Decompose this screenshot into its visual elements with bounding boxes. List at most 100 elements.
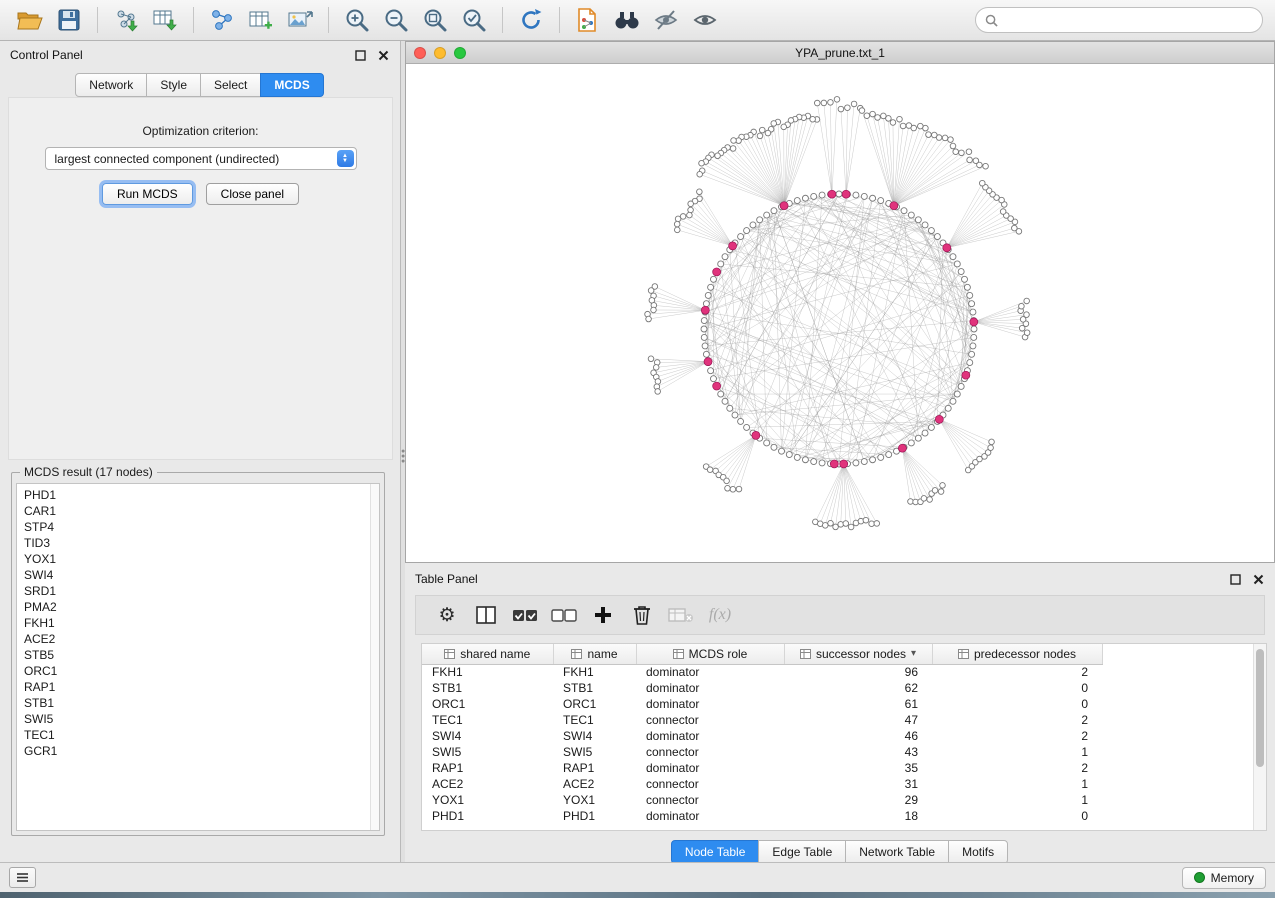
cell-name[interactable]: ACE2 bbox=[553, 776, 636, 792]
mcds-result-item[interactable]: ORC1 bbox=[24, 663, 379, 679]
memory-button[interactable]: Memory bbox=[1182, 867, 1266, 889]
mcds-result-item[interactable]: STP4 bbox=[24, 519, 379, 535]
table-row[interactable]: ORC1ORC1dominator610 bbox=[422, 696, 1102, 712]
cell-name[interactable]: YOX1 bbox=[553, 792, 636, 808]
cell-successors[interactable]: 61 bbox=[784, 696, 932, 712]
add-column-icon[interactable] bbox=[588, 601, 618, 629]
export-image-icon[interactable] bbox=[282, 5, 318, 35]
close-panel-button[interactable]: Close panel bbox=[206, 183, 299, 205]
new-table-icon[interactable] bbox=[243, 5, 279, 35]
table-row[interactable]: ACE2ACE2connector311 bbox=[422, 776, 1102, 792]
mcds-result-item[interactable]: TEC1 bbox=[24, 727, 379, 743]
cell-successors[interactable]: 29 bbox=[784, 792, 932, 808]
float-panel-icon[interactable] bbox=[1229, 573, 1242, 586]
cell-predecessors[interactable]: 0 bbox=[932, 696, 1102, 712]
mcds-result-item[interactable]: GCR1 bbox=[24, 743, 379, 759]
cell-successors[interactable]: 46 bbox=[784, 728, 932, 744]
mcds-result-item[interactable]: CAR1 bbox=[24, 503, 379, 519]
mcds-result-item[interactable]: STB5 bbox=[24, 647, 379, 663]
tab-network-table[interactable]: Network Table bbox=[845, 840, 949, 864]
column-header-predecessor-nodes[interactable]: predecessor nodes bbox=[932, 644, 1102, 664]
deselect-all-rows-icon[interactable] bbox=[549, 601, 579, 629]
status-menu-icon[interactable] bbox=[9, 867, 36, 888]
cell-role[interactable]: connector bbox=[636, 712, 784, 728]
zoom-out-icon[interactable] bbox=[378, 5, 414, 35]
cell-shared-name[interactable]: SWI5 bbox=[422, 744, 553, 760]
mcds-result-item[interactable]: SRD1 bbox=[24, 583, 379, 599]
import-table-icon[interactable] bbox=[147, 5, 183, 35]
cell-predecessors[interactable]: 2 bbox=[932, 664, 1102, 680]
mcds-result-item[interactable]: YOX1 bbox=[24, 551, 379, 567]
cell-name[interactable]: ORC1 bbox=[553, 696, 636, 712]
close-panel-icon[interactable] bbox=[377, 49, 390, 62]
cell-role[interactable]: connector bbox=[636, 792, 784, 808]
table-row[interactable]: FKH1FKH1dominator962 bbox=[422, 664, 1102, 680]
cell-name[interactable]: RAP1 bbox=[553, 760, 636, 776]
cell-predecessors[interactable]: 1 bbox=[932, 744, 1102, 760]
cell-successors[interactable]: 31 bbox=[784, 776, 932, 792]
column-header-successor-nodes[interactable]: successor nodes ▾ bbox=[784, 644, 932, 664]
mcds-result-item[interactable]: PHD1 bbox=[24, 487, 379, 503]
cell-shared-name[interactable]: STB1 bbox=[422, 680, 553, 696]
cell-shared-name[interactable]: PHD1 bbox=[422, 808, 553, 824]
mcds-result-item[interactable]: FKH1 bbox=[24, 615, 379, 631]
cell-predecessors[interactable]: 2 bbox=[932, 760, 1102, 776]
cell-role[interactable]: dominator bbox=[636, 664, 784, 680]
cell-name[interactable]: PHD1 bbox=[553, 808, 636, 824]
table-row[interactable]: SWI5SWI5connector431 bbox=[422, 744, 1102, 760]
share-document-icon[interactable] bbox=[570, 5, 606, 35]
cell-successors[interactable]: 62 bbox=[784, 680, 932, 696]
table-scrollbar-thumb[interactable] bbox=[1256, 649, 1264, 767]
table-row[interactable]: TEC1TEC1connector472 bbox=[422, 712, 1102, 728]
cell-role[interactable]: dominator bbox=[636, 680, 784, 696]
cell-successors[interactable]: 96 bbox=[784, 664, 932, 680]
sort-descending-icon[interactable]: ▾ bbox=[911, 648, 916, 659]
minimize-window-icon[interactable] bbox=[434, 47, 446, 59]
open-folder-icon[interactable] bbox=[12, 5, 48, 35]
cell-shared-name[interactable]: ACE2 bbox=[422, 776, 553, 792]
cell-name[interactable]: SWI5 bbox=[553, 744, 636, 760]
cell-predecessors[interactable]: 1 bbox=[932, 776, 1102, 792]
criterion-dropdown[interactable]: largest connected component (undirected)… bbox=[45, 147, 357, 170]
cell-role[interactable]: dominator bbox=[636, 696, 784, 712]
tab-edge-table[interactable]: Edge Table bbox=[758, 840, 846, 864]
run-mcds-button[interactable]: Run MCDS bbox=[102, 183, 193, 205]
cell-shared-name[interactable]: TEC1 bbox=[422, 712, 553, 728]
zoom-selected-icon[interactable] bbox=[456, 5, 492, 35]
cell-shared-name[interactable]: YOX1 bbox=[422, 792, 553, 808]
column-header-shared-name[interactable]: shared name bbox=[422, 644, 553, 664]
tab-network[interactable]: Network bbox=[75, 73, 147, 97]
import-network-icon[interactable] bbox=[108, 5, 144, 35]
close-panel-icon[interactable] bbox=[1252, 573, 1265, 586]
column-header-mcds-role[interactable]: MCDS role bbox=[636, 644, 784, 664]
cell-role[interactable]: dominator bbox=[636, 760, 784, 776]
zoom-fit-icon[interactable] bbox=[417, 5, 453, 35]
mcds-result-item[interactable]: TID3 bbox=[24, 535, 379, 551]
save-icon[interactable] bbox=[51, 5, 87, 35]
cell-role[interactable]: dominator bbox=[636, 808, 784, 824]
column-header-name[interactable]: name bbox=[553, 644, 636, 664]
cell-shared-name[interactable]: RAP1 bbox=[422, 760, 553, 776]
tab-motifs[interactable]: Motifs bbox=[948, 840, 1008, 864]
table-row[interactable]: PHD1PHD1dominator180 bbox=[422, 808, 1102, 824]
table-row[interactable]: STB1STB1dominator620 bbox=[422, 680, 1102, 696]
cell-successors[interactable]: 47 bbox=[784, 712, 932, 728]
new-network-icon[interactable] bbox=[204, 5, 240, 35]
cell-predecessors[interactable]: 1 bbox=[932, 792, 1102, 808]
mcds-result-item[interactable]: ACE2 bbox=[24, 631, 379, 647]
mcds-result-item[interactable]: RAP1 bbox=[24, 679, 379, 695]
cell-shared-name[interactable]: FKH1 bbox=[422, 664, 553, 680]
tab-style[interactable]: Style bbox=[146, 73, 201, 97]
show-elements-icon[interactable] bbox=[687, 5, 723, 35]
tab-node-table[interactable]: Node Table bbox=[671, 840, 760, 864]
maximize-window-icon[interactable] bbox=[454, 47, 466, 59]
cell-name[interactable]: SWI4 bbox=[553, 728, 636, 744]
cell-predecessors[interactable]: 2 bbox=[932, 712, 1102, 728]
select-all-rows-icon[interactable] bbox=[510, 601, 540, 629]
mcds-result-list[interactable]: PHD1CAR1STP4TID3YOX1SWI4SRD1PMA2FKH1ACE2… bbox=[16, 483, 380, 831]
cell-successors[interactable]: 43 bbox=[784, 744, 932, 760]
column-visibility-icon[interactable] bbox=[471, 601, 501, 629]
tab-mcds[interactable]: MCDS bbox=[260, 73, 323, 97]
cell-role[interactable]: connector bbox=[636, 744, 784, 760]
network-window-titlebar[interactable]: YPA_prune.txt_1 bbox=[406, 42, 1274, 64]
